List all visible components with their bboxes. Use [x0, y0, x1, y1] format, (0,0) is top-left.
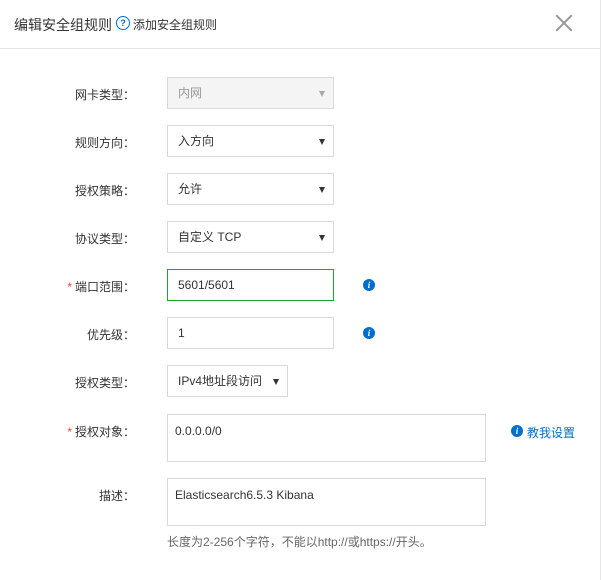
nic-type-select[interactable]: 内网 — [167, 77, 334, 109]
caret-down-icon — [319, 139, 325, 145]
direction-select[interactable]: 入方向 — [167, 125, 334, 157]
policy-label: 授权策略： — [74, 184, 135, 198]
description-hint: 长度为2-256个字符，不能以http://或https://开头。 — [167, 535, 432, 549]
info-circle-icon[interactable]: i — [363, 279, 375, 291]
auth-object-textarea[interactable]: 0.0.0.0/0 — [167, 414, 486, 462]
required-mark: * — [67, 425, 72, 439]
caret-down-icon — [319, 187, 325, 193]
priority-label: 优先级： — [86, 328, 135, 342]
caret-down-icon — [273, 379, 279, 385]
caret-down-icon — [319, 235, 325, 241]
dialog-title: 编辑安全组规则 — [14, 17, 112, 33]
question-circle-icon[interactable]: ? — [116, 16, 130, 30]
auth-type-label: 授权类型： — [74, 376, 135, 390]
description-textarea[interactable]: Elasticsearch6.5.3 Kibana — [167, 478, 486, 526]
auth-object-label: * 授权对象： — [67, 425, 135, 439]
close-icon[interactable] — [553, 12, 575, 34]
port-range-label: * 端口范围： — [67, 280, 135, 294]
auth-type-select[interactable]: IPv4地址段访问 — [167, 365, 288, 397]
protocol-label: 协议类型： — [74, 232, 135, 246]
direction-label: 规则方向： — [74, 136, 135, 150]
protocol-select[interactable]: 自定义 TCP — [167, 221, 334, 253]
port-range-input[interactable]: 5601/5601 — [167, 269, 334, 301]
edit-security-group-rule-dialog: 编辑安全组规则 ? 添加安全组规则 网卡类型： 内网 规则方向： 入方向 授权策… — [0, 0, 601, 580]
description-label: 描述： — [98, 489, 135, 503]
nic-type-label: 网卡类型： — [74, 88, 135, 102]
priority-input[interactable]: 1 — [167, 317, 334, 349]
required-mark: * — [67, 280, 72, 294]
add-rule-help-link[interactable]: 添加安全组规则 — [133, 16, 217, 33]
policy-select[interactable]: 允许 — [167, 173, 334, 205]
info-circle-icon: i — [511, 425, 523, 437]
info-circle-icon[interactable]: i — [363, 327, 375, 339]
dialog-header: 编辑安全组规则 ? 添加安全组规则 — [0, 0, 600, 49]
caret-down-icon — [319, 91, 325, 97]
teach-me-setup-link[interactable]: 教我设置 — [527, 424, 575, 441]
